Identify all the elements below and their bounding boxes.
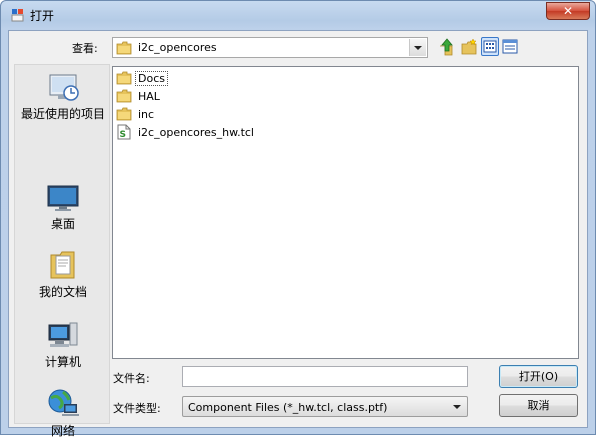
places-bar: 最近使用的项目 桌面 我的文档 计算机 网络 [14, 64, 111, 438]
place-network[interactable]: 网络 [15, 388, 111, 439]
place-label: 我的文档 [38, 285, 87, 299]
up-folder-icon[interactable] [438, 37, 456, 56]
chevron-down-icon[interactable] [409, 39, 426, 56]
dialog-body: 查看: i2c_opencores 最近使用的项目 桌面 我的文档 计算机 网络… [8, 30, 588, 438]
folder-icon [116, 71, 132, 85]
file-name: inc [138, 107, 155, 121]
open-button[interactable]: 打开(O) [499, 365, 578, 388]
list-item[interactable]: inc [116, 106, 156, 122]
place-label: 网络 [50, 424, 75, 438]
chevron-down-icon[interactable] [449, 398, 466, 415]
open-file-dialog: 打开 ✕ 查看: i2c_opencores 最近使用的项目 桌面 我的文档 计… [0, 0, 596, 438]
details-view-icon[interactable] [501, 37, 519, 56]
place-label: 最近使用的项目 [20, 107, 105, 121]
list-item[interactable]: HAL [116, 88, 162, 104]
place-label: 计算机 [44, 355, 81, 369]
folder-icon [116, 107, 132, 121]
place-desktop[interactable]: 桌面 [15, 183, 111, 232]
file-type-value: Component Files (*_hw.tcl, class.ptf) [188, 401, 388, 414]
documents-icon [50, 251, 75, 279]
list-item[interactable]: S i2c_opencores_hw.tcl [116, 124, 256, 140]
view-menu-icon [483, 40, 497, 53]
place-computer[interactable]: 计算机 [15, 319, 111, 370]
file-type-dropdown[interactable]: Component Files (*_hw.tcl, class.ptf) [182, 396, 468, 417]
look-in-value: i2c_opencores [138, 41, 217, 54]
window-title: 打开 [30, 9, 55, 23]
title-bar[interactable]: 打开 ✕ [1, 1, 595, 29]
svg-text:S: S [120, 130, 126, 140]
app-icon [11, 9, 24, 22]
file-type-label: 文件类型: [113, 402, 161, 415]
view-menu-button[interactable] [481, 37, 499, 56]
new-folder-icon[interactable] [460, 37, 478, 56]
close-icon: ✕ [562, 4, 574, 18]
file-name: HAL [138, 89, 160, 103]
file-name: i2c_opencores_hw.tcl [138, 125, 254, 139]
place-label: 桌面 [50, 217, 75, 231]
folder-icon [116, 41, 132, 55]
place-recent-items[interactable]: 最近使用的项目 [15, 71, 111, 122]
computer-icon [48, 322, 78, 347]
close-button[interactable]: ✕ [546, 2, 590, 20]
list-item[interactable]: Docs [116, 70, 168, 86]
place-documents[interactable]: 我的文档 [15, 249, 111, 300]
file-list[interactable]: Docs HAL inc S i2c_opencores_hw.tcl [112, 66, 579, 359]
tcl-file-icon: S [117, 124, 131, 140]
look-in-dropdown[interactable]: i2c_opencores [112, 37, 428, 58]
folder-icon [116, 89, 132, 103]
file-name: Docs [135, 70, 168, 86]
cancel-button[interactable]: 取消 [499, 394, 578, 417]
file-name-label: 文件名: [113, 372, 150, 385]
recent-items-icon [49, 74, 79, 101]
look-in-label: 查看: [72, 42, 98, 55]
desktop-icon [47, 185, 79, 211]
file-name-input[interactable] [182, 366, 468, 387]
network-icon [48, 389, 79, 416]
